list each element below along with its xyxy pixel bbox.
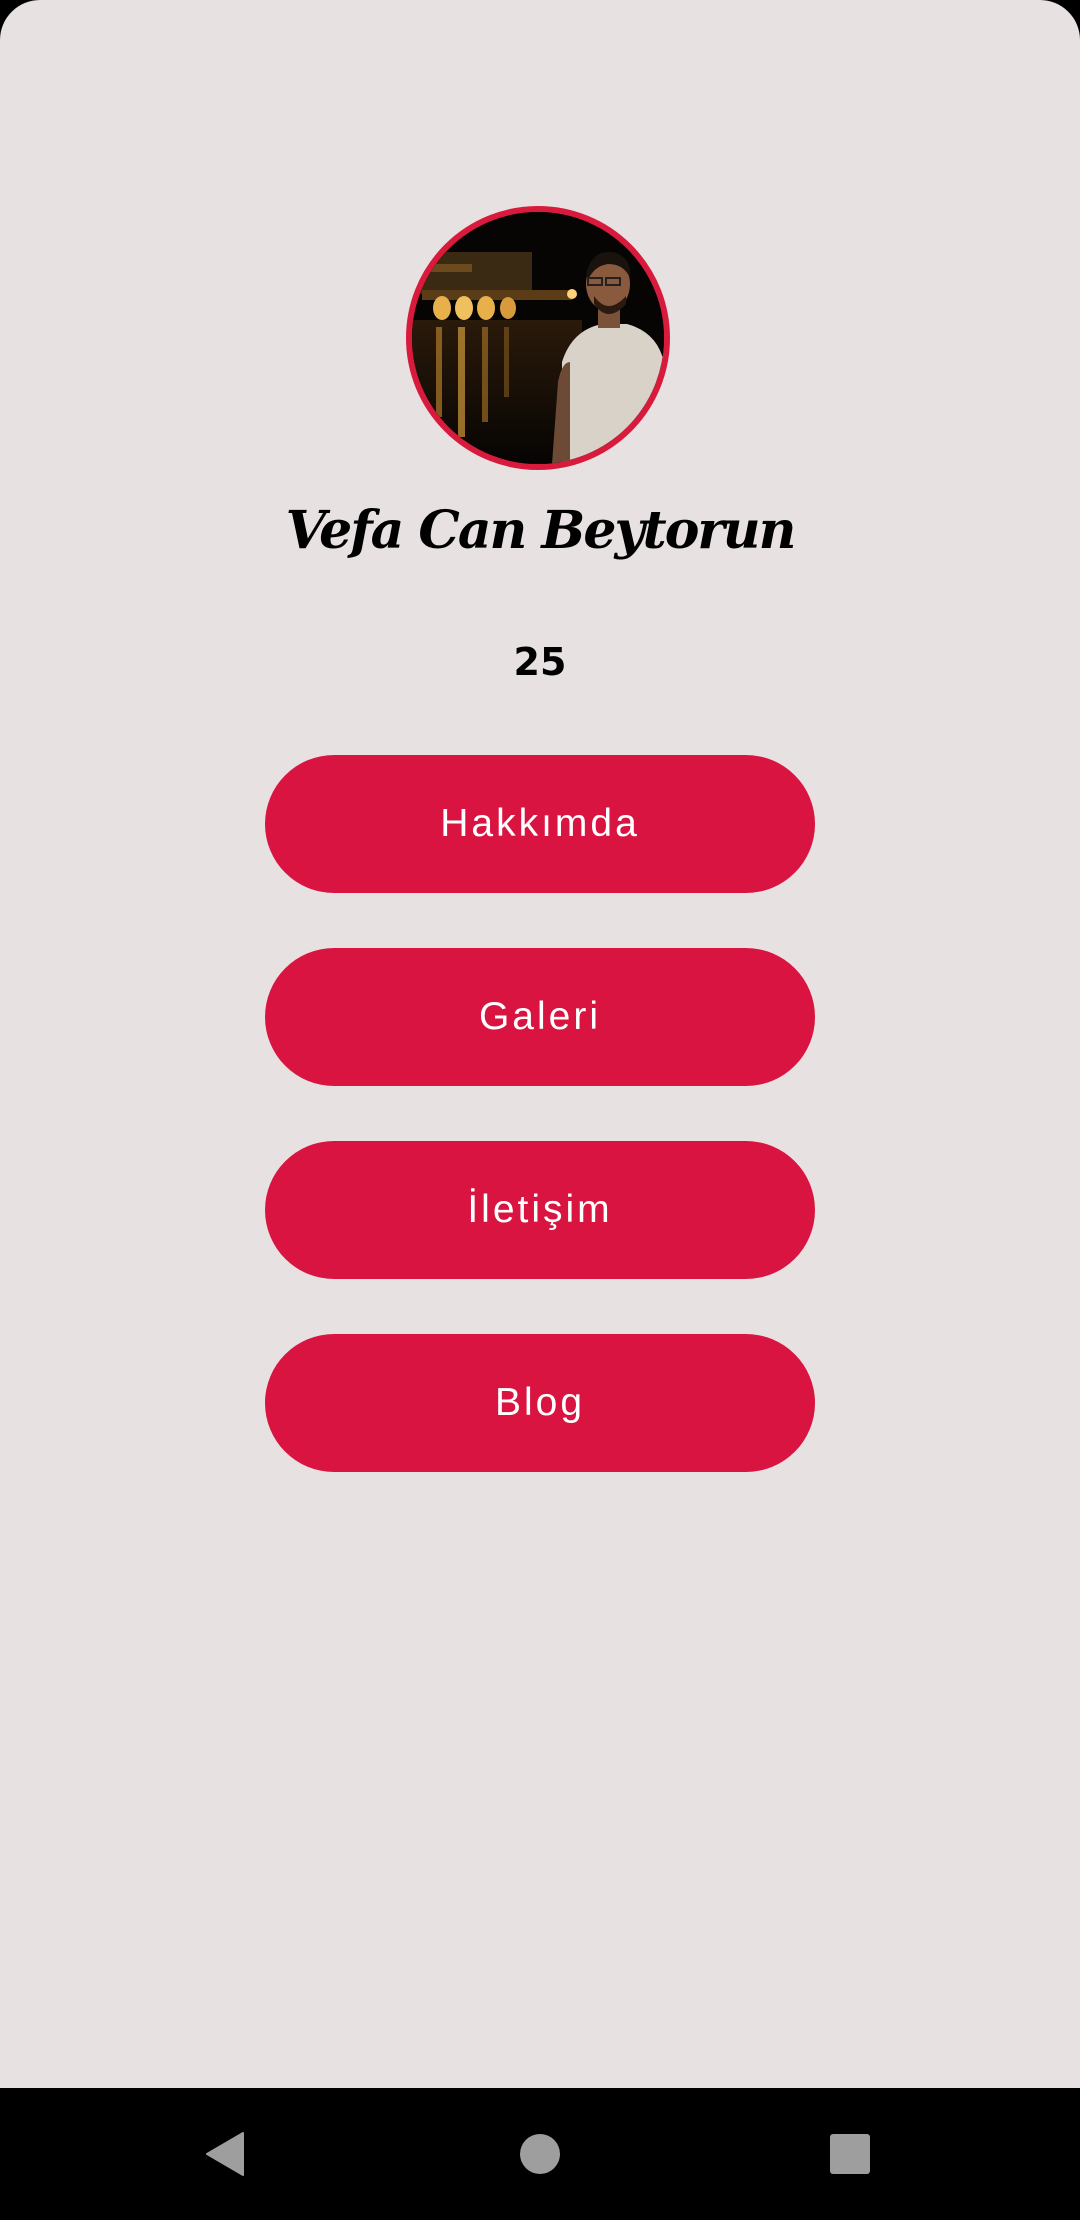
profile-photo <box>412 212 664 464</box>
back-triangle-icon[interactable] <box>180 2108 272 2200</box>
profile-name: Vefa Can Beytorun <box>285 500 797 561</box>
about-button[interactable]: Hakkımda <box>265 755 815 893</box>
home-circle-icon[interactable] <box>494 2108 586 2200</box>
contact-button[interactable]: İletişim <box>265 1141 815 1279</box>
recents-square-icon[interactable] <box>804 2108 896 2200</box>
app-screen: Vefa Can Beytorun 25 Hakkımda Galeri İle… <box>0 0 1080 2088</box>
profile-age: 25 <box>513 640 567 684</box>
system-navigation-bar <box>0 2088 1080 2220</box>
gallery-button[interactable]: Galeri <box>265 948 815 1086</box>
blog-button[interactable]: Blog <box>265 1334 815 1472</box>
profile-avatar <box>406 206 670 470</box>
